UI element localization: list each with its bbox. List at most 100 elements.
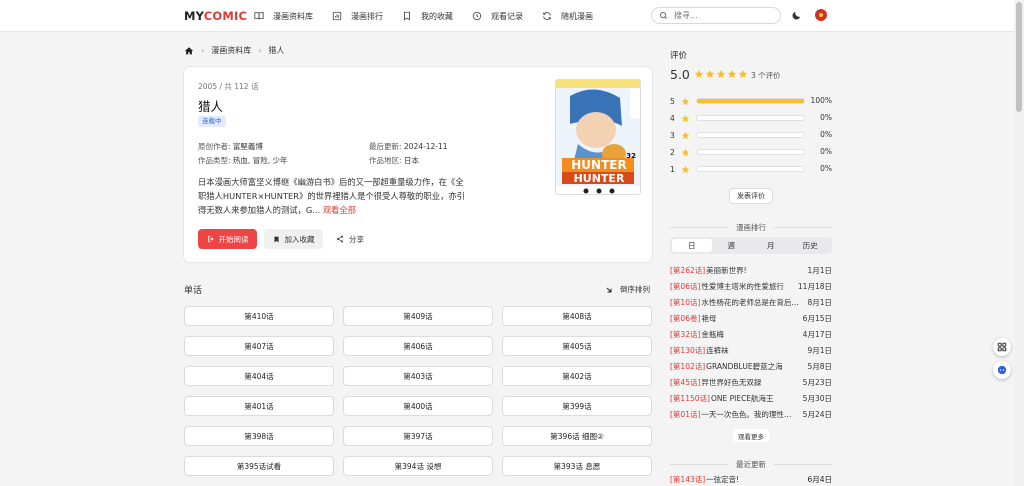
nav-item-history[interactable]: 观看记录 <box>472 11 523 22</box>
chapter-button[interactable]: 第394话 设想 <box>343 456 493 476</box>
rating-row-5: 5 100% <box>670 96 832 106</box>
chapter-button[interactable]: 第407话 <box>184 336 334 356</box>
rating-bar-fill <box>697 99 804 103</box>
share-button[interactable]: 分享 <box>336 229 364 249</box>
page-scrollbar[interactable] <box>1014 0 1024 486</box>
arrow-down-right-icon <box>606 287 612 292</box>
chapter-button[interactable]: 第406话 <box>343 336 493 356</box>
rating-bar <box>696 98 805 104</box>
tab-week[interactable]: 週 <box>712 239 752 252</box>
ranking-item[interactable]: [第262话] 美丽新世界! 1月1日 <box>670 262 832 278</box>
ranking-item[interactable]: [第45话] 异世界好色无双録 5月23日 <box>670 374 832 390</box>
star-icon <box>681 114 690 122</box>
genre-info: 作品类型: 热血, 冒险, 少年 <box>198 156 288 165</box>
ranking-item[interactable]: [第32话] 金瓶梅 4月17日 <box>670 326 832 342</box>
chart-icon <box>332 11 342 21</box>
apps-float-button[interactable] <box>993 338 1011 356</box>
comic-description: 日本漫画大师富坚义博继《幽游白书》后的又一部超重量级力作，在《全职猎人HUNTE… <box>198 177 465 215</box>
nav-item-favorites[interactable]: 我的收藏 <box>402 11 453 22</box>
tab-month[interactable]: 月 <box>751 239 791 252</box>
start-reading-button[interactable]: 开始阅读 <box>198 229 257 249</box>
latest-title: 最近更新 <box>670 459 832 470</box>
latest-item[interactable]: [第143话] 一弦定音! 6月4日 <box>670 474 832 485</box>
rating-stars <box>694 69 749 79</box>
grid-icon <box>997 342 1007 352</box>
star-icon <box>694 69 704 78</box>
site-logo[interactable]: MYCOMIC <box>184 9 247 23</box>
author-info: 原创作者: 富堅義博 <box>198 142 263 151</box>
nav-item-ranking[interactable]: 漫画排行 <box>332 11 383 22</box>
updated-info: 最后更新: 2024-12-11 <box>369 142 448 151</box>
chapter-button[interactable]: 第408话 <box>502 306 652 326</box>
tab-day[interactable]: 日 <box>672 239 712 252</box>
language-flag-icon[interactable] <box>815 9 827 21</box>
comic-title: 猎人 <box>198 99 224 114</box>
ranking-item[interactable]: [第1150话] ONE PIECE航海王 5月30日 <box>670 390 832 406</box>
chapter-button[interactable]: 第402话 <box>502 366 652 386</box>
star-icon <box>681 148 690 156</box>
search-icon <box>660 12 667 19</box>
chapter-button[interactable]: 第398话 <box>184 426 334 446</box>
moon-icon[interactable] <box>791 10 802 21</box>
search-box <box>651 7 781 24</box>
post-rating-button[interactable]: 发表评价 <box>729 188 773 204</box>
rating-row-1: 1 0% <box>670 164 832 174</box>
nav-item-library[interactable]: 漫画资料库 <box>254 11 313 22</box>
chapter-button[interactable]: 第400话 <box>343 396 493 416</box>
read-more-link[interactable]: 观看全部 <box>323 205 356 215</box>
chapter-button[interactable]: 第404话 <box>184 366 334 386</box>
rating-score: 5.0 <box>670 67 690 82</box>
cover-art: HUNTER HUNTER 32 <box>556 80 640 194</box>
comic-cover-image[interactable]: HUNTER HUNTER 32 <box>555 79 641 195</box>
search-input[interactable] <box>674 11 769 20</box>
nav-item-random[interactable]: 随机漫画 <box>542 11 593 22</box>
chapter-button[interactable]: 第396话 细图② <box>502 426 652 446</box>
star-icon <box>716 69 726 78</box>
ranking-item[interactable]: [第130话] 连裤袜 9月1日 <box>670 342 832 358</box>
ranking-item[interactable]: [第102话] GRANDBLUE碧蓝之海 5月8日 <box>670 358 832 374</box>
enter-icon <box>207 235 214 243</box>
star-icon <box>727 69 737 78</box>
chapter-button[interactable]: 第397话 <box>343 426 493 446</box>
bookmark-icon <box>404 11 410 21</box>
book-open-icon <box>254 12 264 20</box>
bookmark-icon <box>273 236 279 242</box>
star-icon <box>738 69 748 78</box>
ranking-item[interactable]: [第06卷] 艳母 6月15日 <box>670 310 832 326</box>
rating-bar <box>696 132 805 138</box>
ranking-tabs: 日 週 月 历史 <box>670 237 832 254</box>
breadcrumb-library[interactable]: 漫画资料库 <box>211 45 251 56</box>
rating-row-4: 4 0% <box>670 113 832 123</box>
star-icon <box>681 131 690 139</box>
chapter-grid: 第410话 第409话 第408话 第407话 第406话 第405话 第404… <box>184 306 652 476</box>
chapter-button[interactable]: 第395话试看 <box>184 456 334 476</box>
chapter-button[interactable]: 第401话 <box>184 396 334 416</box>
tab-history[interactable]: 历史 <box>791 239 831 252</box>
home-icon[interactable] <box>184 46 194 56</box>
view-more-button[interactable]: 观看更多 <box>733 429 769 442</box>
clock-icon <box>472 11 482 21</box>
svg-text:32: 32 <box>626 152 636 160</box>
chapter-button[interactable]: 第409话 <box>343 306 493 326</box>
star-icon <box>681 97 690 105</box>
svg-text:HUNTER: HUNTER <box>571 158 626 172</box>
chapter-button[interactable]: 第405话 <box>502 336 652 356</box>
chapter-button[interactable]: 第399话 <box>502 396 652 416</box>
chapter-button[interactable]: 第403话 <box>343 366 493 386</box>
chapter-button[interactable]: 第393话 息愿 <box>502 456 652 476</box>
comic-year-count: 2005 / 共 112 话 <box>198 82 259 91</box>
ranking-item[interactable]: [第10话] 水性杨花的老师总是在背后偷看 8月1日 <box>670 294 832 310</box>
ranking-item[interactable]: [第01话] 一天一次色色。我的理性要崩溃 5月24日 <box>670 406 832 422</box>
scrollbar-thumb[interactable] <box>1016 2 1022 112</box>
ranking-item[interactable]: [第06话] 性爱博主塔米的性爱旅行 11月18日 <box>670 278 832 294</box>
region-info: 作品地区: 日本 <box>369 156 419 165</box>
add-favorite-button[interactable]: 加入收藏 <box>264 229 323 249</box>
chat-float-button[interactable] <box>993 361 1011 379</box>
chapters-title: 单话 <box>184 286 203 296</box>
rating-row-3: 3 0% <box>670 130 832 140</box>
status-badge: 连载中 <box>198 116 226 127</box>
chapter-button[interactable]: 第410话 <box>184 306 334 326</box>
star-icon <box>705 69 715 78</box>
rating-count: 3 个评价 <box>751 71 781 80</box>
sort-button[interactable]: 倒序排列 <box>605 284 650 295</box>
